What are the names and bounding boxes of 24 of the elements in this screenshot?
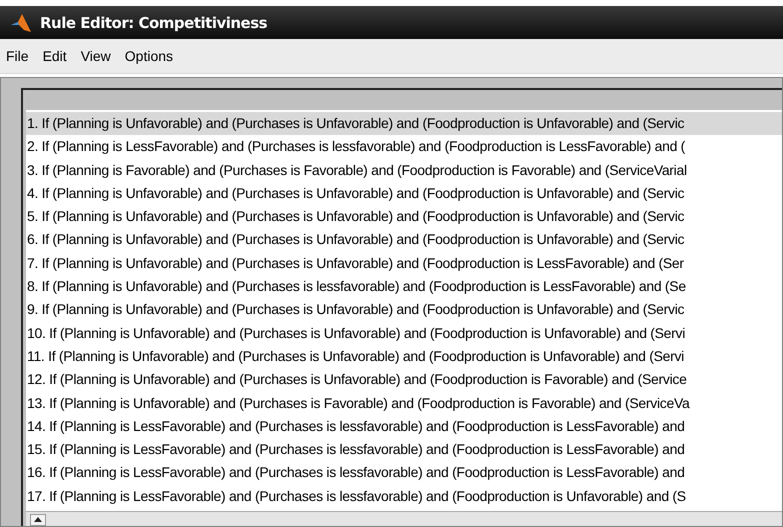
rule-row[interactable]: 6. If (Planning is Unfavorable) and (Purchases is Unfavorable) and (Foodproduction is Unfavorable) and (Servic <box>26 228 782 252</box>
window-title: Rule Editor: Competitiviness <box>40 14 268 32</box>
rule-row[interactable]: 5. If (Planning is Unfavorable) and (Purchases is Unfavorable) and (Foodproduction is Unfavorable) and (Servic <box>26 205 782 228</box>
horizontal-scrollbar[interactable] <box>26 511 782 526</box>
menu-item[interactable]: View <box>80 48 111 64</box>
rule-row[interactable]: 4. If (Planning is Unfavorable) and (Purchases is Unfavorable) and (Foodproduction is Unfavorable) and (Servic <box>26 182 782 206</box>
rule-row[interactable]: 1. If (Planning is Unfavorable) and (Purchases is Unfavorable) and (Foodproduction is Unfavorable) and (Servic <box>26 112 782 136</box>
rule-row[interactable]: 13. If (Planning is Unfavorable) and (Purchases is Favorable) and (Foodproduction is Favorable) and (ServiceVa <box>26 392 782 415</box>
rule-row[interactable]: 7. If (Planning is Unfavorable) and (Purchases is Unfavorable) and (Foodproduction is LessFavorable) and (Ser <box>26 252 782 276</box>
app-logo-icon <box>10 12 32 32</box>
rule-row[interactable]: 15. If (Planning is LessFavorable) and (Purchases is lessfavorable) and (Foodproduction is LessFavorable) and <box>26 438 782 462</box>
rule-row[interactable]: 14. If (Planning is LessFavorable) and (Purchases is lessfavorable) and (Foodproduction is LessFavorable) and <box>26 414 782 438</box>
rule-row[interactable]: 16. If (Planning is LessFavorable) and (Purchases is lessfavorable) and (Foodproduction is LessFavorable) and <box>26 461 782 485</box>
rule-row[interactable]: 8. If (Planning is Unfavorable) and (Purchases is lessfavorable) and (Foodproduction is LessFavorable) and (Se <box>26 275 782 298</box>
rule-row[interactable]: 17. If (Planning is LessFavorable) and (Purchases is lessfavorable) and (Foodproduction is Unfavorable) and (S <box>26 484 782 508</box>
rule-row[interactable]: 11. If (Planning is Unfavorable) and (Purchases is Unfavorable) and (Foodproduction is Unfavorable) and (Servi <box>26 344 782 368</box>
menu-item[interactable]: File <box>6 48 29 64</box>
menu-item[interactable]: Edit <box>42 48 67 64</box>
rule-row[interactable]: 2. If (Planning is LessFavorable) and (Purchases is lessfavorable) and (Foodproduction is LessFavorable) and ( <box>26 135 782 159</box>
rule-row[interactable]: 12. If (Planning is Unfavorable) and (Purchases is Unfavorable) and (Foodproduction is Favorable) and (Service <box>26 368 782 392</box>
rule-row[interactable]: 9. If (Planning is Unfavorable) and (Purchases is Unfavorable) and (Foodproduction is Unfavorable) and (Servic <box>26 298 782 322</box>
menu-item[interactable]: Options <box>124 48 174 64</box>
rule-row[interactable]: 3. If (Planning is Favorable) and (Purchases is Favorable) and (Foodproduction is Favorable) and (ServiceVarial <box>26 158 782 182</box>
rule-row[interactable]: 10. If (Planning is Unfavorable) and (Purchases is Unfavorable) and (Foodproduction is Unfavorable) and (Servi <box>26 322 782 345</box>
